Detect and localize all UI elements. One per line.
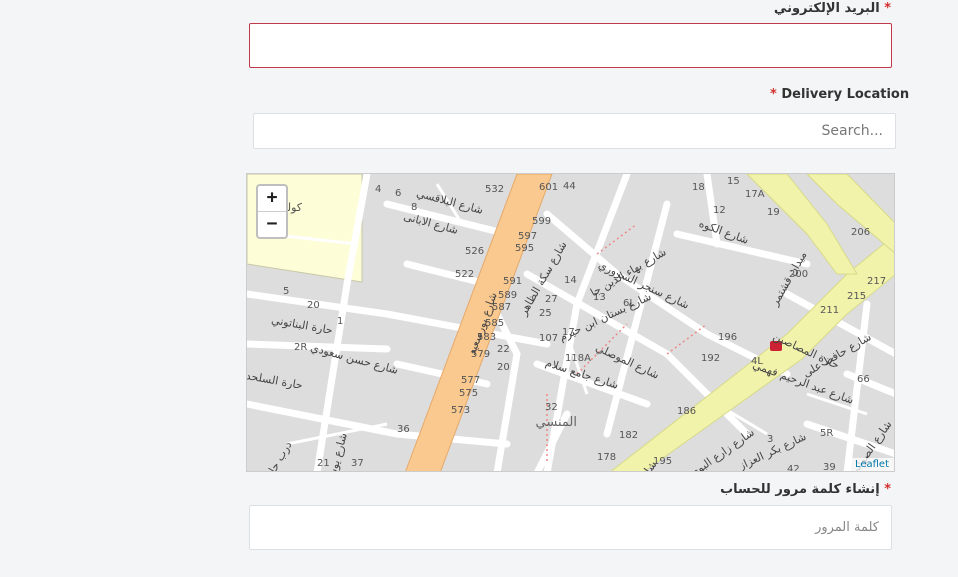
svg-text:6: 6	[395, 188, 401, 199]
zoom-in-button[interactable]: +	[258, 186, 286, 211]
svg-text:597: 597	[518, 231, 537, 242]
svg-text:36: 36	[397, 424, 410, 435]
password-label-text: إنشاء كلمة مرور للحساب	[720, 482, 880, 497]
email-label: * البريد الإلكتروني	[774, 1, 891, 16]
svg-text:601: 601	[539, 182, 558, 193]
svg-text:575: 575	[459, 388, 478, 399]
delivery-map[interactable]: 532 601 44 599 597 595 526 522 591 589 587 585 5…	[246, 173, 895, 472]
password-label: * إنشاء كلمة مرور للحساب	[720, 482, 891, 497]
delivery-location-label: * Delivery Location	[770, 87, 909, 102]
svg-text:4: 4	[375, 184, 381, 195]
location-search-input[interactable]	[254, 114, 895, 148]
svg-text:526: 526	[465, 246, 484, 257]
svg-text:2R: 2R	[294, 342, 307, 353]
required-mark: *	[884, 482, 891, 497]
zoom-out-button[interactable]: −	[258, 211, 286, 237]
delivery-location-text: Delivery Location	[781, 87, 910, 102]
password-field[interactable]	[249, 505, 892, 550]
svg-text:20: 20	[497, 362, 510, 373]
svg-text:17A: 17A	[745, 189, 765, 200]
svg-text:532: 532	[485, 184, 504, 195]
map-tiles[interactable]: 532 601 44 599597595 526522591 589587585 5…	[247, 174, 895, 472]
svg-text:19: 19	[767, 207, 780, 218]
svg-text:15: 15	[727, 176, 740, 187]
svg-text:12: 12	[713, 205, 726, 216]
svg-text:20: 20	[307, 300, 320, 311]
svg-text:39: 39	[823, 462, 836, 472]
svg-text:192: 192	[701, 353, 720, 364]
svg-text:215: 215	[847, 291, 866, 302]
svg-text:196: 196	[718, 332, 737, 343]
svg-text:522: 522	[455, 269, 474, 280]
svg-text:577: 577	[461, 375, 480, 386]
email-label-text: البريد الإلكتروني	[773, 1, 880, 16]
svg-text:217: 217	[867, 276, 886, 287]
map-zoom-control: + −	[256, 184, 288, 239]
svg-text:32: 32	[545, 402, 558, 413]
location-search-field[interactable]	[253, 113, 896, 149]
password-input[interactable]	[250, 506, 891, 549]
svg-text:599: 599	[532, 216, 551, 227]
svg-text:5R: 5R	[820, 428, 833, 439]
svg-text:5: 5	[283, 286, 289, 297]
svg-text:206: 206	[851, 227, 870, 238]
svg-text:107: 107	[539, 333, 558, 344]
svg-text:211: 211	[820, 305, 839, 316]
svg-text:37: 37	[351, 458, 364, 469]
svg-text:44: 44	[563, 181, 576, 192]
svg-text:182: 182	[619, 430, 638, 441]
email-input[interactable]	[250, 24, 891, 67]
required-mark: *	[770, 87, 777, 102]
email-field[interactable]	[249, 23, 892, 68]
svg-text:589: 589	[498, 290, 517, 301]
svg-text:14: 14	[564, 275, 577, 286]
svg-text:25: 25	[539, 308, 552, 319]
svg-text:178: 178	[597, 452, 616, 463]
svg-text:591: 591	[503, 276, 522, 287]
svg-text:66: 66	[857, 374, 870, 385]
svg-text:22: 22	[497, 344, 510, 355]
svg-text:المنسي: المنسي	[536, 415, 577, 430]
svg-text:186: 186	[677, 406, 696, 417]
leaflet-attribution-link[interactable]: Leaflet	[849, 458, 894, 471]
svg-text:18: 18	[692, 182, 705, 193]
svg-text:1: 1	[337, 316, 343, 327]
svg-text:27: 27	[545, 294, 558, 305]
svg-text:42: 42	[787, 464, 800, 472]
svg-text:595: 595	[515, 243, 534, 254]
svg-text:573: 573	[451, 405, 470, 416]
required-mark: *	[884, 1, 891, 16]
